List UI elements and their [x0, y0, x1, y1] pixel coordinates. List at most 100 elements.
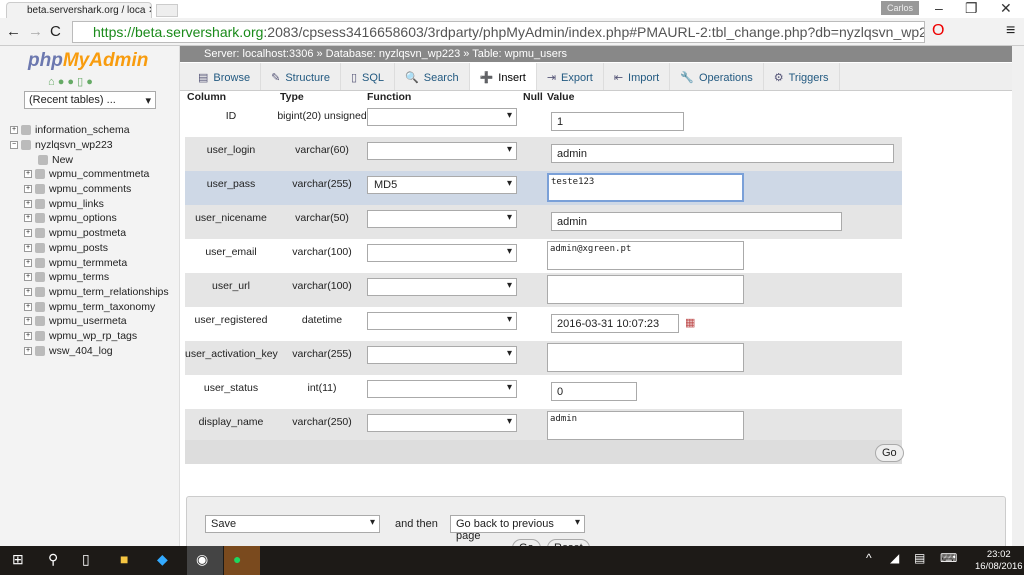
field-row-user_email: user_email varchar(100) admin@xgreen.pt	[185, 239, 902, 273]
expand-icon[interactable]: +	[24, 243, 32, 252]
phpmyadmin-logo[interactable]: phpMyAdmin	[28, 50, 148, 72]
search-icon[interactable]: ⚲	[48, 551, 58, 568]
function-select[interactable]	[367, 142, 517, 160]
restore-icon[interactable]: ❐	[965, 0, 978, 17]
expand-icon[interactable]: −	[10, 141, 18, 150]
tree-item[interactable]: − nyzlqsvn_wp223	[10, 138, 180, 153]
tab-structure[interactable]: ✎ Structure	[261, 63, 341, 90]
table-icon	[35, 228, 45, 239]
file-explorer-icon[interactable]: ■	[120, 551, 128, 567]
tab-operations[interactable]: 🔧 Operations	[670, 63, 764, 90]
expand-icon[interactable]: +	[24, 214, 32, 223]
tab-export[interactable]: ⇥ Export	[537, 63, 604, 90]
expand-icon[interactable]: +	[10, 126, 18, 135]
value-textarea[interactable]: teste123	[547, 173, 744, 202]
expand-icon[interactable]: +	[24, 302, 32, 311]
value-input[interactable]: 1	[551, 112, 684, 131]
tree-item[interactable]: + wpmu_commentmeta	[10, 167, 180, 182]
tree-item[interactable]: + wpmu_posts	[10, 241, 180, 256]
forward-icon[interactable]: →	[28, 23, 43, 40]
tree-item[interactable]: + wpmu_postmeta	[10, 226, 180, 241]
close-icon[interactable]: ✕	[1000, 0, 1012, 17]
url-host: https://beta.servershark.org	[93, 24, 264, 40]
after-insert-select[interactable]: Go back to previous page	[450, 515, 585, 542]
expand-icon[interactable]: +	[24, 170, 32, 179]
tree-label: wsw_404_log	[49, 344, 113, 357]
value-textarea[interactable]: admin	[547, 411, 744, 440]
value-textarea[interactable]: admin@xgreen.pt	[547, 241, 744, 270]
new-tab-button[interactable]	[156, 4, 178, 17]
scrollbar[interactable]	[1012, 46, 1024, 546]
keyboard-icon[interactable]: ⌨	[940, 551, 957, 565]
function-select[interactable]	[367, 210, 517, 228]
tab-insert[interactable]: ➕ Insert	[469, 63, 537, 90]
nav-icons[interactable]: ⌂ ● ● ▯ ●	[48, 75, 93, 88]
function-select[interactable]	[367, 346, 517, 364]
back-icon[interactable]: ←	[6, 23, 21, 40]
tree-item[interactable]: + wpmu_terms	[10, 270, 180, 285]
tab-browse[interactable]: ▤ Browse	[188, 63, 262, 90]
value-textarea[interactable]	[547, 343, 744, 372]
action-select[interactable]: Save	[205, 515, 380, 533]
task-view-icon[interactable]: ▯	[82, 551, 90, 568]
menu-icon[interactable]: ≡	[1006, 22, 1015, 40]
expand-icon[interactable]: +	[24, 346, 32, 355]
tab-triggers[interactable]: ⚙ Triggers	[764, 63, 840, 90]
expand-icon[interactable]: +	[24, 317, 32, 326]
function-select[interactable]	[367, 278, 517, 296]
notification-icon[interactable]: ▤	[914, 551, 925, 565]
function-select[interactable]	[367, 380, 517, 398]
tree-item[interactable]: + wpmu_term_taxonomy	[10, 299, 180, 314]
tree-item[interactable]: + wsw_404_log	[10, 343, 180, 358]
calendar-icon[interactable]: ▦	[685, 316, 695, 329]
tree-item[interactable]: + wpmu_termmeta	[10, 255, 180, 270]
expand-icon[interactable]: +	[24, 258, 32, 267]
go-button[interactable]: Go	[875, 444, 904, 462]
tab-sql[interactable]: ▯ SQL	[341, 63, 396, 90]
reload-icon[interactable]: C	[50, 23, 61, 40]
expand-icon[interactable]: +	[24, 331, 32, 340]
value-input[interactable]: admin	[551, 212, 842, 231]
value-textarea[interactable]	[547, 275, 744, 304]
url-input[interactable]: https://beta.servershark.org:2083/cpsess…	[72, 21, 925, 43]
wifi-icon[interactable]: ◢	[890, 551, 899, 565]
function-select[interactable]: MD5	[367, 176, 517, 194]
tree-item[interactable]: + wpmu_usermeta	[10, 314, 180, 329]
function-select[interactable]	[367, 414, 517, 432]
value-input[interactable]: admin	[551, 144, 894, 163]
minimize-icon[interactable]: –	[935, 0, 943, 16]
function-select[interactable]	[367, 244, 517, 262]
tree-item[interactable]: + wpmu_links	[10, 196, 180, 211]
table-icon	[35, 213, 45, 224]
tree-item[interactable]: + wpmu_options	[10, 211, 180, 226]
opera-icon[interactable]: O	[932, 22, 944, 40]
value-input[interactable]: 2016-03-31 10:07:23	[551, 314, 679, 333]
browser-tab[interactable]: beta.servershark.org / loca ✕	[6, 2, 152, 18]
expand-icon[interactable]: +	[24, 229, 32, 238]
tree-item[interactable]: + wpmu_wp_rp_tags	[10, 329, 180, 344]
url-path: :2083/cpsess3416658603/3rdparty/phpMyAdm…	[263, 24, 925, 40]
value-input[interactable]: 0	[551, 382, 637, 401]
expand-icon[interactable]: +	[24, 185, 32, 194]
windows-start-icon[interactable]: ⊞	[12, 551, 24, 568]
expand-icon[interactable]: +	[24, 199, 32, 208]
function-select[interactable]	[367, 312, 517, 330]
tree-label: wpmu_comments	[49, 183, 132, 196]
tray-chevron-icon[interactable]: ^	[866, 551, 872, 565]
expand-icon[interactable]: +	[24, 287, 32, 296]
breadcrumb[interactable]: Server: localhost:3306 » Database: nyzlq…	[180, 46, 1012, 62]
tree-item[interactable]: + information_schema	[10, 123, 180, 138]
tree-item[interactable]: + wpmu_comments	[10, 182, 180, 197]
tree-item[interactable]: New	[10, 152, 180, 167]
recent-tables-select[interactable]: (Recent tables) ... ▾	[24, 91, 156, 109]
function-select[interactable]	[367, 108, 517, 126]
tree-item[interactable]: + wpmu_term_relationships	[10, 285, 180, 300]
clock[interactable]: 23:02 16/08/2016	[975, 549, 1023, 573]
chrome-icon[interactable]: ◉	[187, 546, 223, 575]
profile-user[interactable]: Carlos	[881, 1, 920, 15]
store-icon[interactable]: ◆	[157, 551, 168, 568]
expand-icon[interactable]: +	[24, 273, 32, 282]
tab-search[interactable]: 🔍 Search	[395, 63, 470, 90]
tab-import[interactable]: ⇤ Import	[604, 63, 671, 90]
spotify-icon[interactable]: ●	[224, 546, 260, 575]
